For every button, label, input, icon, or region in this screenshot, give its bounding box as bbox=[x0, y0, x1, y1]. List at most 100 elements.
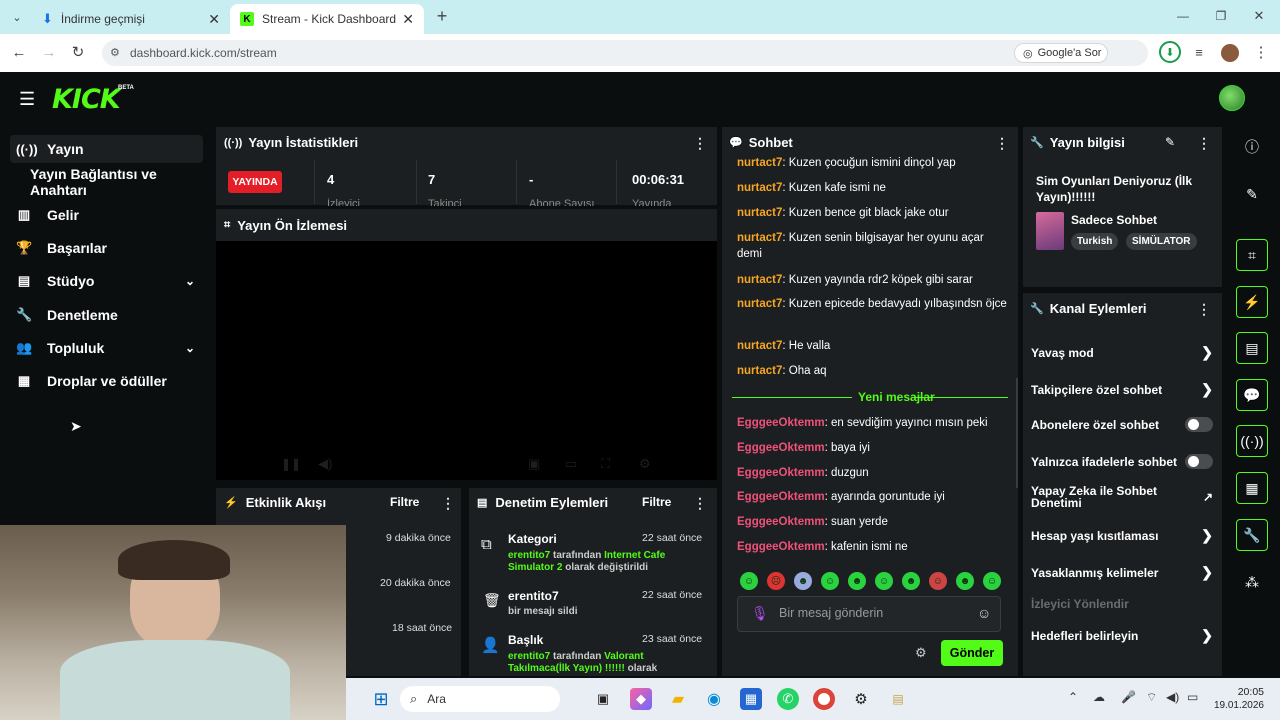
sidebar-item-droplar[interactable]: ▦ Droplar ve ödüller bbox=[10, 367, 203, 395]
moderation-filter-button[interactable]: Filtre bbox=[642, 495, 671, 509]
chat-scrollbar[interactable] bbox=[1016, 378, 1018, 488]
show-hidden-icons[interactable]: ⌃ bbox=[1068, 690, 1078, 704]
reading-list-icon[interactable]: ≡ bbox=[1190, 43, 1208, 61]
mod-user[interactable]: erentito7 bbox=[508, 651, 550, 662]
emote-icon[interactable]: ☺ bbox=[929, 572, 947, 590]
download-progress-icon[interactable]: ⬇ bbox=[1159, 41, 1181, 63]
user-avatar[interactable] bbox=[1219, 85, 1245, 111]
forward-icon[interactable]: → bbox=[40, 43, 58, 61]
kick-logo[interactable]: KICK bbox=[52, 84, 121, 115]
close-window-button[interactable]: ✕ bbox=[1248, 6, 1270, 26]
chat-username[interactable]: EgggeeOktemm bbox=[737, 417, 825, 429]
chat-username[interactable]: nurtact7 bbox=[737, 298, 782, 310]
subscribers-only-toggle[interactable] bbox=[1185, 417, 1213, 432]
chat-username[interactable]: nurtact7 bbox=[737, 274, 782, 286]
site-info-icon[interactable]: ⚙ bbox=[110, 46, 120, 59]
chat-username[interactable]: EgggeeOktemm bbox=[737, 442, 825, 454]
sidebar-item-gelir[interactable]: ▥ Gelir bbox=[10, 201, 203, 229]
chat-settings-icon[interactable]: ⚙ bbox=[915, 645, 927, 661]
category-name[interactable]: Sadece Sohbet bbox=[1071, 213, 1157, 227]
chrome-icon[interactable] bbox=[813, 688, 835, 710]
whatsapp-icon[interactable]: ✆ bbox=[777, 688, 799, 710]
chat-username[interactable]: EgggeeOktemm bbox=[737, 516, 825, 528]
minimize-button[interactable]: — bbox=[1172, 6, 1194, 26]
emote-icon[interactable]: ☻ bbox=[956, 572, 974, 590]
emote-icon[interactable]: ☹ bbox=[767, 572, 785, 590]
emote-icon[interactable]: ☺ bbox=[740, 572, 758, 590]
chat-username[interactable]: EgggeeOktemm bbox=[737, 467, 825, 479]
theater-icon[interactable]: ▭ bbox=[565, 456, 577, 472]
menu-kebab-icon[interactable]: ⋮ bbox=[1252, 43, 1270, 61]
sidebar-item-topluluk[interactable]: 👥 Topluluk ⌄ bbox=[10, 334, 203, 362]
chevron-down-icon[interactable]: ⌄ bbox=[185, 274, 195, 288]
microphone-tray-icon[interactable]: 🎤 bbox=[1121, 690, 1136, 704]
chat-username[interactable]: nurtact7 bbox=[737, 157, 782, 169]
chat-username[interactable]: nurtact7 bbox=[737, 340, 782, 352]
action-ai-moderation[interactable]: Yapay Zeka ile Sohbet Denetimi ↗ bbox=[1031, 485, 1213, 509]
chat-username[interactable]: EgggeeOktemm bbox=[737, 491, 825, 503]
emotes-only-toggle[interactable] bbox=[1185, 454, 1213, 469]
settings-icon[interactable]: ⚙ bbox=[639, 456, 651, 472]
chat-username[interactable]: nurtact7 bbox=[737, 232, 782, 244]
action-account-age[interactable]: Hesap yaşı kısıtlaması ❯ bbox=[1031, 527, 1213, 544]
store-icon[interactable]: ▦ bbox=[740, 688, 762, 710]
chat-input[interactable]: Bir mesaj gönderin bbox=[779, 606, 883, 620]
preview-toggle-icon[interactable]: ⌗ bbox=[1236, 239, 1268, 271]
tag-chip[interactable]: Turkish bbox=[1071, 233, 1119, 250]
action-followers-only[interactable]: Takipçilere özel sohbet ❯ bbox=[1031, 381, 1213, 398]
close-icon[interactable]: ✕ bbox=[402, 11, 414, 28]
sidebar-item-studyo[interactable]: ▤ Stüdyo ⌄ bbox=[10, 267, 203, 295]
stream-info-menu-icon[interactable]: ⋮ bbox=[1197, 135, 1211, 152]
tag-chip[interactable]: SİMÜLATOR bbox=[1126, 233, 1197, 250]
pip-icon[interactable]: ▣ bbox=[528, 456, 540, 472]
volume-tray-icon[interactable]: ◀) bbox=[1166, 690, 1179, 704]
chat-menu-icon[interactable]: ⋮ bbox=[995, 135, 1009, 152]
emote-icon[interactable]: ☺ bbox=[821, 572, 839, 590]
edit-pencil-icon[interactable]: ✎ bbox=[1165, 135, 1175, 149]
action-set-goals[interactable]: Hedefleri belirleyin ❯ bbox=[1031, 627, 1213, 644]
volume-icon[interactable]: ◀) bbox=[318, 456, 332, 472]
sidebar-item-stream-key[interactable]: Yayın Bağlantısı ve Anahtarı bbox=[10, 166, 215, 198]
tab-search-icon[interactable]: ⌄ bbox=[8, 8, 26, 26]
moderation-toggle-icon[interactable]: ▤ bbox=[1236, 332, 1268, 364]
connections-icon[interactable]: ⁂ bbox=[1236, 566, 1268, 598]
tab-downloads[interactable]: ⬇ İndirme geçmişi ✕ bbox=[32, 4, 230, 34]
chat-username[interactable]: nurtact7 bbox=[737, 182, 782, 194]
file-explorer-icon[interactable]: ▰ bbox=[667, 688, 689, 710]
sidebar-item-yayin[interactable]: ((·)) Yayın bbox=[10, 135, 203, 163]
tab-kick-dashboard[interactable]: K Stream - Kick Dashboard ✕ bbox=[230, 4, 424, 34]
category-thumbnail[interactable] bbox=[1036, 212, 1064, 250]
chevron-down-icon[interactable]: ⌄ bbox=[185, 341, 195, 355]
emote-icon[interactable]: ☺ bbox=[875, 572, 893, 590]
fullscreen-icon[interactable]: ⛶ bbox=[601, 456, 610, 472]
task-view-icon[interactable]: ▣ bbox=[592, 688, 614, 710]
stats-menu-icon[interactable]: ⋮ bbox=[693, 135, 707, 152]
send-button[interactable]: Gönder bbox=[941, 640, 1003, 666]
back-icon[interactable]: ← bbox=[10, 43, 28, 61]
edge-icon[interactable]: ◉ bbox=[703, 688, 725, 710]
battery-icon[interactable]: ▭ bbox=[1187, 690, 1198, 704]
emote-icon[interactable]: ☻ bbox=[848, 572, 866, 590]
emote-icon[interactable]: ☻ bbox=[902, 572, 920, 590]
close-icon[interactable]: ✕ bbox=[208, 11, 220, 28]
app-icon[interactable]: ▤ bbox=[887, 688, 909, 710]
maximize-button[interactable]: ❐ bbox=[1210, 6, 1232, 26]
activity-toggle-icon[interactable]: ⚡ bbox=[1236, 286, 1268, 318]
broadcast-toggle-icon[interactable]: ((·)) bbox=[1236, 425, 1268, 457]
tools-toggle-icon[interactable]: 🔧 bbox=[1236, 519, 1268, 551]
mod-user[interactable]: erentito7 bbox=[508, 550, 550, 561]
channel-actions-menu-icon[interactable]: ⋮ bbox=[1197, 301, 1211, 318]
sidebar-item-denetleme[interactable]: 🔧 Denetleme bbox=[10, 301, 203, 329]
layout-toggle-icon[interactable]: ▦ bbox=[1236, 472, 1268, 504]
stream-preview-video[interactable] bbox=[216, 241, 717, 480]
action-banned-words[interactable]: Yasaklanmış kelimeler ❯ bbox=[1031, 564, 1213, 581]
chat-toggle-icon[interactable]: 💬 bbox=[1236, 379, 1268, 411]
action-slow-mode[interactable]: Yavaş mod ❯ bbox=[1031, 344, 1213, 361]
microphone-icon[interactable]: 🎙 bbox=[751, 605, 769, 622]
windows-start-icon[interactable]: ⊞ bbox=[370, 688, 392, 710]
sidebar-item-basarilar[interactable]: 🏆 Başarılar bbox=[10, 234, 203, 262]
emote-icon[interactable]: ☺ bbox=[983, 572, 1001, 590]
copilot-icon[interactable]: ◆ bbox=[630, 688, 652, 710]
google-lens-button[interactable]: ◎ Google'a Sor bbox=[1014, 43, 1108, 63]
pause-icon[interactable]: ❚❚ bbox=[281, 457, 301, 471]
